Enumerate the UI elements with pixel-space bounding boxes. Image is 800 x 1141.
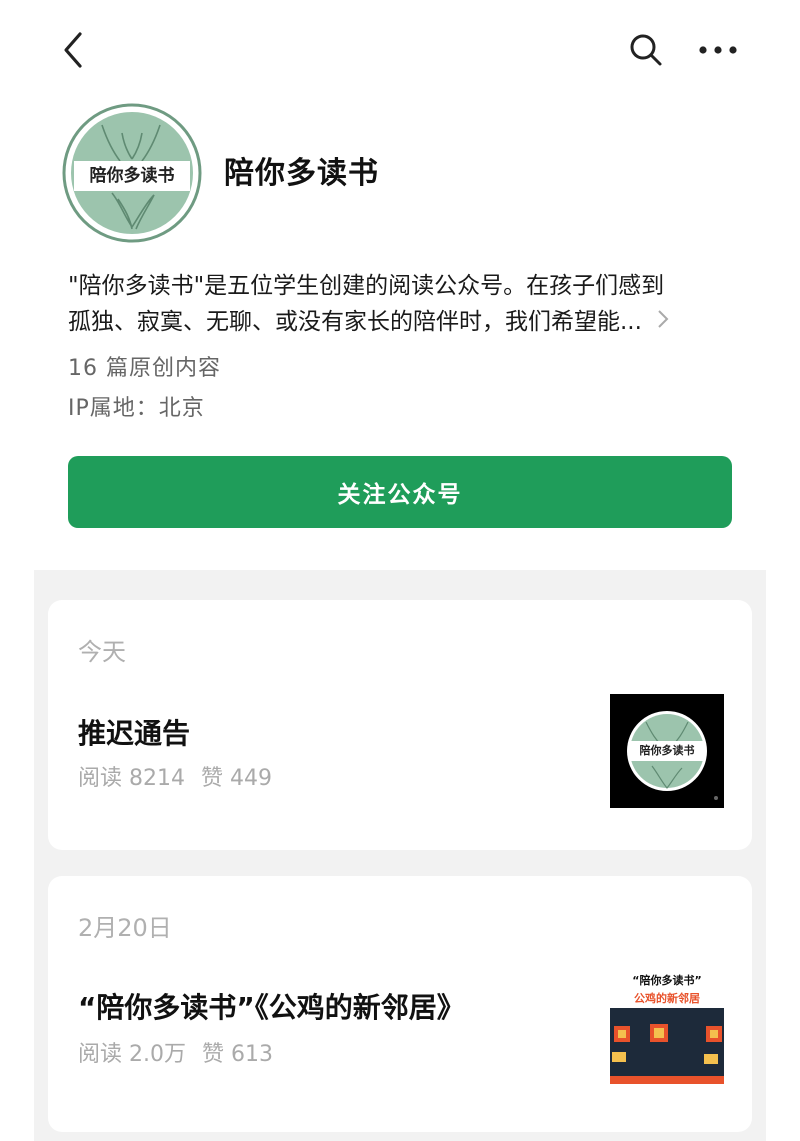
article-thumbnail[interactable]: 陪你多读书 xyxy=(610,694,724,808)
avatar[interactable]: 陪你多读书 xyxy=(62,103,202,243)
account-profile: 陪你多读书 陪你多读书 "陪你多读书"是五位学生创建的阅读公众号。在孩子们感到 … xyxy=(0,100,800,570)
article-date: 2月20日 xyxy=(78,914,172,942)
like-count: 赞 449 xyxy=(200,766,272,791)
description-line-2: 孤独、寂寞、无聊、或没有家长的陪伴时，我们希望能... xyxy=(68,309,642,335)
article-title[interactable]: “陪你多读书”《公鸡的新邻居》 xyxy=(78,986,465,1026)
account-description[interactable]: "陪你多读书"是五位学生创建的阅读公众号。在孩子们感到 孤独、寂寞、无聊、或没有… xyxy=(68,268,728,341)
read-count: 阅读 8214 xyxy=(78,766,185,791)
more-dots-icon xyxy=(699,46,737,54)
article-stats: 阅读 2.0万赞 613 xyxy=(78,1036,273,1068)
back-arrow-icon xyxy=(64,32,82,68)
article-stats: 阅读 8214 赞 449 xyxy=(78,760,272,792)
follow-button[interactable]: 关注公众号 xyxy=(68,456,732,528)
search-icon xyxy=(630,34,662,66)
description-line-1: "陪你多读书"是五位学生创建的阅读公众号。在孩子们感到 xyxy=(68,273,665,299)
article-feed: 今天 推迟通告 阅读 8214 赞 449 陪你多读书 2月20日 “陪你多读书”… xyxy=(34,570,766,1141)
thumbnail-subtitle: 公鸡的新邻居 xyxy=(634,992,700,1005)
article-thumbnail[interactable]: “陪你多读书” 公鸡的新邻居 xyxy=(610,968,724,1084)
avatar-label: 陪你多读书 xyxy=(89,166,175,186)
thumbnail-title: “陪你多读书” xyxy=(632,974,702,987)
article-title[interactable]: 推迟通告 xyxy=(78,712,190,752)
account-name: 陪你多读书 xyxy=(224,156,379,191)
read-count: 阅读 2.0万 xyxy=(78,1042,186,1067)
top-nav-bar xyxy=(0,0,800,100)
thumbnail-label: 陪你多读书 xyxy=(639,744,695,757)
chevron-right-icon[interactable] xyxy=(657,305,669,341)
back-button[interactable] xyxy=(56,28,92,72)
like-count: 赞 613 xyxy=(201,1042,273,1067)
more-options-button[interactable] xyxy=(694,30,742,70)
ip-location: IP属地：北京 xyxy=(68,396,205,421)
article-card[interactable]: 2月20日 “陪你多读书”《公鸡的新邻居》 阅读 2.0万赞 613 “陪你多读… xyxy=(48,876,752,1132)
article-date: 今天 xyxy=(78,638,126,666)
original-content-count: 16 篇原创内容 xyxy=(68,356,221,381)
article-card[interactable]: 今天 推迟通告 阅读 8214 赞 449 陪你多读书 xyxy=(48,600,752,850)
search-button[interactable] xyxy=(626,30,666,70)
